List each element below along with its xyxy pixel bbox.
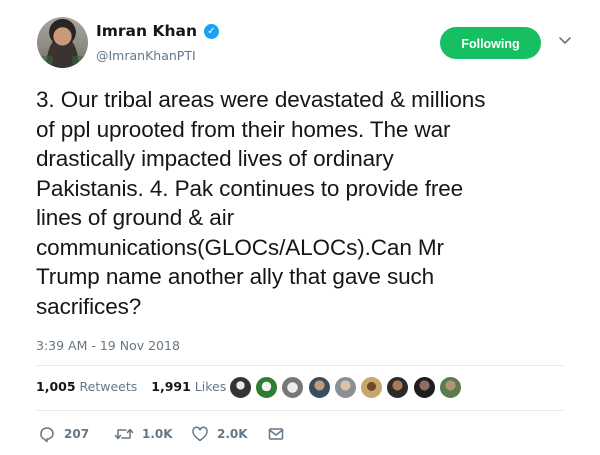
likes-stat[interactable]: 1,991 Likes [151,376,226,398]
liker-avatar[interactable] [308,376,331,399]
liker-avatar[interactable] [360,376,383,399]
user-handle[interactable]: @ImranKhanPTI [96,48,196,63]
retweet-button[interactable]: 1.0K [114,424,173,444]
following-button[interactable]: Following [440,27,541,59]
retweets-stat[interactable]: 1,005 Retweets [36,376,137,398]
tweet-stats: 1,005 Retweets 1,991 Likes [36,376,236,404]
chevron-down-icon[interactable] [556,31,574,49]
liker-avatar[interactable] [439,376,462,399]
likes-label: Likes [194,379,227,394]
reply-button[interactable]: 207 [38,424,89,444]
liker-avatar[interactable] [413,376,436,399]
direct-message-button[interactable] [267,424,285,444]
retweets-count: 1,005 [36,379,76,394]
liker-avatar[interactable] [229,376,252,399]
retweet-count: 1.0K [142,427,173,441]
divider [36,410,564,411]
like-button[interactable]: 2.0K [191,424,248,444]
verified-badge-icon: ✓ [204,24,219,39]
heart-icon [191,425,209,443]
divider [36,365,564,366]
avatar[interactable] [37,17,88,68]
like-count: 2.0K [217,427,248,441]
liker-avatar[interactable] [334,376,357,399]
likes-count: 1,991 [151,379,191,394]
reply-icon [38,425,56,443]
tweet-text: 3. Our tribal areas were devastated & mi… [36,87,486,319]
retweets-label: Retweets [79,379,138,394]
liker-avatar[interactable] [255,376,278,399]
tweet-timestamp[interactable]: 3:39 AM - 19 Nov 2018 [36,338,180,353]
display-name[interactable]: Imran Khan [96,22,197,40]
liker-avatar[interactable] [386,376,409,399]
reply-count: 207 [64,427,90,441]
envelope-icon [267,425,285,443]
tweet-header: Imran Khan ✓ @ImranKhanPTI Following [37,17,587,77]
liker-avatar[interactable] [281,376,304,399]
retweet-icon [114,425,134,443]
